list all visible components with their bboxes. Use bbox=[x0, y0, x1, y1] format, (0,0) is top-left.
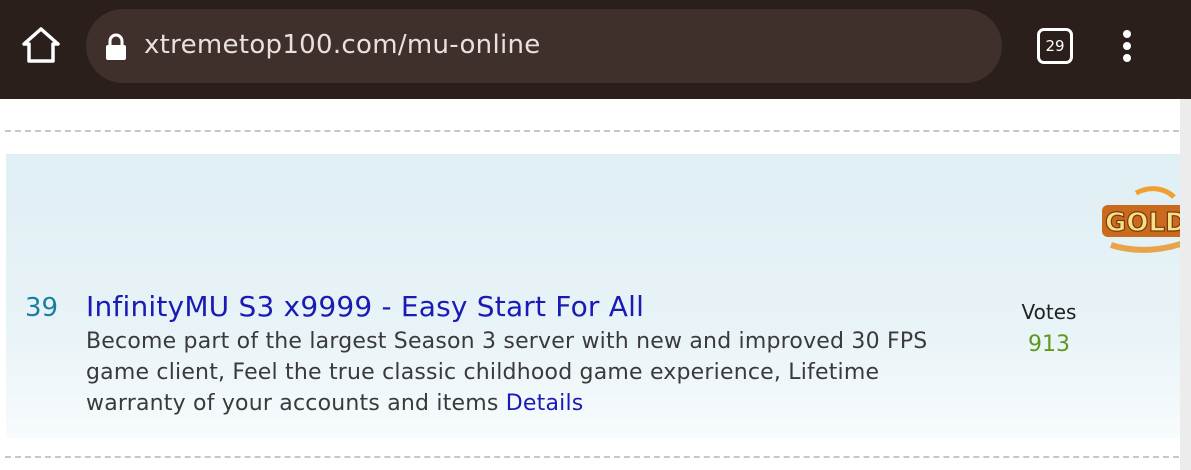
url-text[interactable]: xtremetop100.com/mu-online bbox=[144, 27, 541, 63]
page-edge bbox=[1180, 99, 1191, 470]
dashed-divider bbox=[5, 130, 1179, 132]
votes-label: Votes bbox=[1021, 300, 1077, 324]
server-title-link[interactable]: InfinityMU S3 x9999 - Easy Start For All bbox=[86, 290, 644, 324]
votes-count: 913 bbox=[1028, 332, 1070, 357]
server-description: Become part of the largest Season 3 serv… bbox=[86, 326, 986, 419]
menu-icon[interactable] bbox=[1114, 28, 1140, 64]
lock-icon bbox=[106, 33, 126, 60]
gold-badge: GOLD bbox=[1102, 186, 1191, 253]
address-bar[interactable]: xtremetop100.com/mu-online bbox=[86, 9, 1002, 83]
details-link[interactable]: Details bbox=[506, 391, 584, 416]
tab-count: 29 bbox=[1045, 37, 1065, 55]
browser-toolbar: xtremetop100.com/mu-online 29 bbox=[0, 0, 1191, 99]
home-icon[interactable] bbox=[20, 25, 62, 67]
menu-dot bbox=[1123, 42, 1131, 50]
menu-dot bbox=[1123, 30, 1131, 38]
rank-number: 39 bbox=[25, 293, 59, 323]
svg-text:GOLD: GOLD bbox=[1105, 208, 1187, 238]
menu-dot bbox=[1123, 54, 1131, 62]
tabs-button[interactable]: 29 bbox=[1037, 28, 1073, 64]
dashed-divider bbox=[5, 456, 1179, 458]
